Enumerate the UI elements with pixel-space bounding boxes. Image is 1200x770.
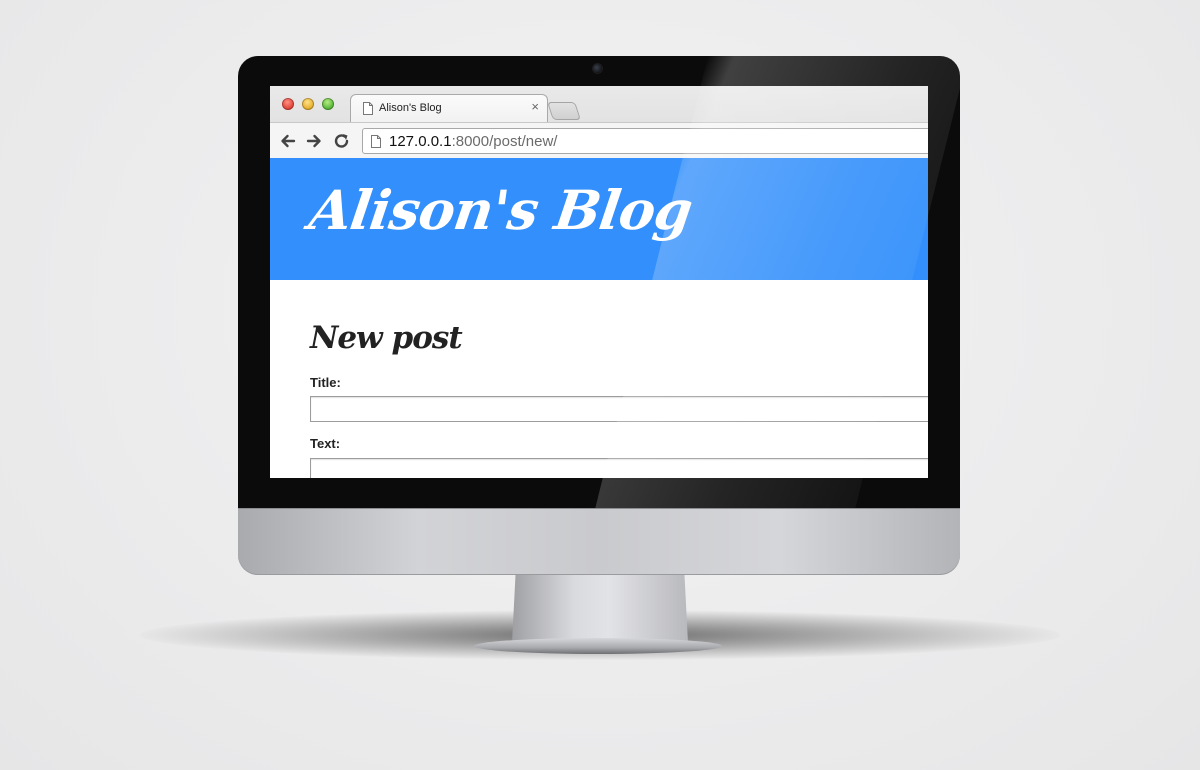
url-text: 127.0.0.1:8000/post/new/ xyxy=(389,133,557,151)
browser-toolbar: 127.0.0.1:8000/post/new/ xyxy=(270,122,928,158)
web-page: Alison's Blog New post Title: Text: xyxy=(270,158,928,478)
back-arrow-icon[interactable] xyxy=(278,131,298,151)
monitor-stand-base xyxy=(474,638,722,654)
forward-arrow-icon[interactable] xyxy=(304,131,324,151)
monitor-bezel: Alison's Blog × 127.0.0.1:8000/post/new/… xyxy=(238,56,960,508)
window-zoom-button[interactable] xyxy=(322,98,334,110)
monitor-stand xyxy=(512,575,688,643)
site-header: Alison's Blog xyxy=(270,158,928,280)
title-label: Title: xyxy=(310,375,341,390)
reload-icon[interactable] xyxy=(332,131,352,151)
address-bar[interactable]: 127.0.0.1:8000/post/new/ xyxy=(362,128,928,154)
monitor-chin xyxy=(238,508,960,575)
page-icon xyxy=(363,102,373,115)
text-label: Text: xyxy=(310,436,341,451)
screen: Alison's Blog × 127.0.0.1:8000/post/new/… xyxy=(270,86,928,478)
site-title-link[interactable]: Alison's Blog xyxy=(306,178,696,242)
window-minimize-button[interactable] xyxy=(302,98,314,110)
window-close-button[interactable] xyxy=(282,98,294,110)
camera-icon xyxy=(593,64,602,73)
page-icon xyxy=(371,135,381,148)
url-host: 127.0.0.1 xyxy=(389,133,452,150)
text-textarea[interactable] xyxy=(310,458,928,478)
browser-chrome: Alison's Blog × 127.0.0.1:8000/post/new/ xyxy=(270,86,928,159)
browser-tab[interactable]: Alison's Blog × xyxy=(350,94,548,122)
new-tab-button[interactable] xyxy=(547,102,581,120)
title-input[interactable] xyxy=(310,396,928,422)
page-title: New post xyxy=(310,320,463,356)
scene: Alison's Blog × 127.0.0.1:8000/post/new/… xyxy=(0,0,1200,770)
tab-close-icon[interactable]: × xyxy=(531,99,539,115)
url-path: :8000/post/new/ xyxy=(451,133,558,150)
tab-title: Alison's Blog xyxy=(379,102,442,114)
